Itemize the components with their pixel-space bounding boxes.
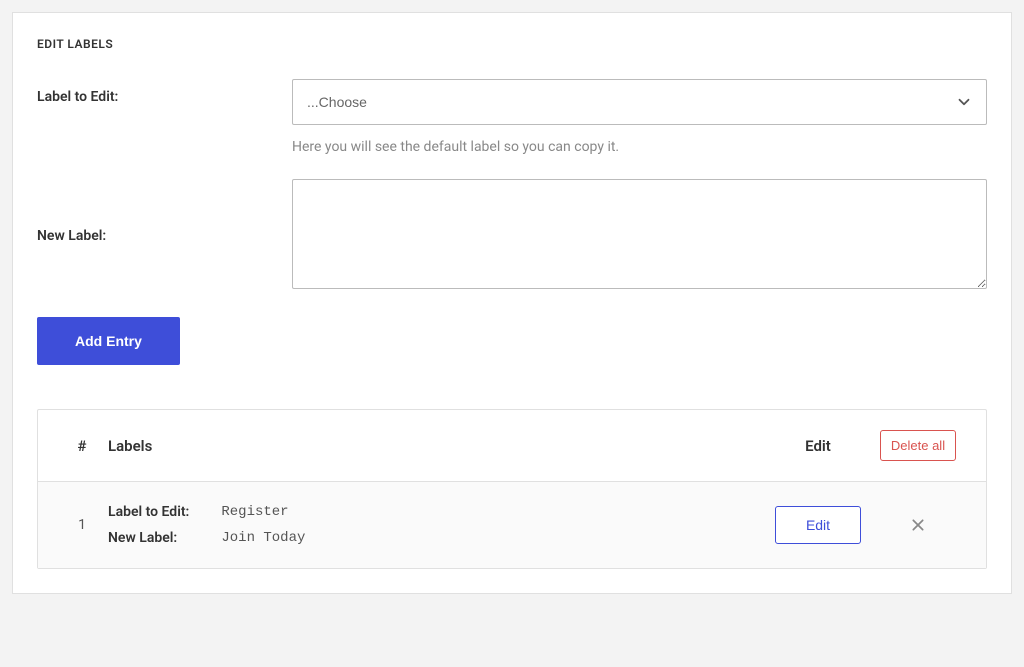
row-edit-cell: Edit <box>768 506 868 544</box>
row-number: 1 <box>56 517 108 533</box>
col-header-delete: Delete all <box>868 430 968 461</box>
label-to-edit-select[interactable]: ...Choose <box>292 79 987 125</box>
label-to-edit-label: Label to Edit: <box>37 79 292 105</box>
panel-title: EDIT LABELS <box>37 37 987 51</box>
edit-labels-panel: EDIT LABELS Label to Edit: ...Choose Her… <box>12 12 1012 594</box>
row-key-new-label: New Label: <box>108 530 189 546</box>
row-labels-content: Label to Edit: New Label: Register Join … <box>108 504 768 546</box>
table-row: 1 Label to Edit: New Label: Register Joi… <box>38 482 986 568</box>
new-label-row: New Label: <box>37 179 987 293</box>
label-to-edit-control: ...Choose Here you will see the default … <box>292 79 987 155</box>
labels-table: # Labels Edit Delete all 1 Label to Edit… <box>37 409 987 569</box>
row-val-new-label: Join Today <box>221 530 305 546</box>
new-label-textarea[interactable] <box>292 179 987 289</box>
close-icon[interactable] <box>906 513 930 537</box>
delete-all-button[interactable]: Delete all <box>880 430 956 461</box>
row-val-label-to-edit: Register <box>221 504 305 520</box>
col-header-number: # <box>56 437 108 455</box>
row-delete-cell <box>868 513 968 537</box>
new-label-control <box>292 179 987 293</box>
row-label-keys: Label to Edit: New Label: <box>108 504 189 546</box>
edit-button[interactable]: Edit <box>775 506 861 544</box>
table-header: # Labels Edit Delete all <box>38 410 986 482</box>
col-header-labels: Labels <box>108 437 768 455</box>
add-entry-button[interactable]: Add Entry <box>37 317 180 365</box>
label-to-edit-select-wrap: ...Choose <box>292 79 987 125</box>
label-to-edit-row: Label to Edit: ...Choose Here you will s… <box>37 79 987 155</box>
row-label-values: Register Join Today <box>221 504 305 546</box>
col-header-edit: Edit <box>768 437 868 455</box>
new-label-label: New Label: <box>37 228 292 244</box>
row-key-label-to-edit: Label to Edit: <box>108 504 189 520</box>
label-to-edit-help: Here you will see the default label so y… <box>292 139 987 155</box>
form-actions: Add Entry <box>37 317 987 365</box>
